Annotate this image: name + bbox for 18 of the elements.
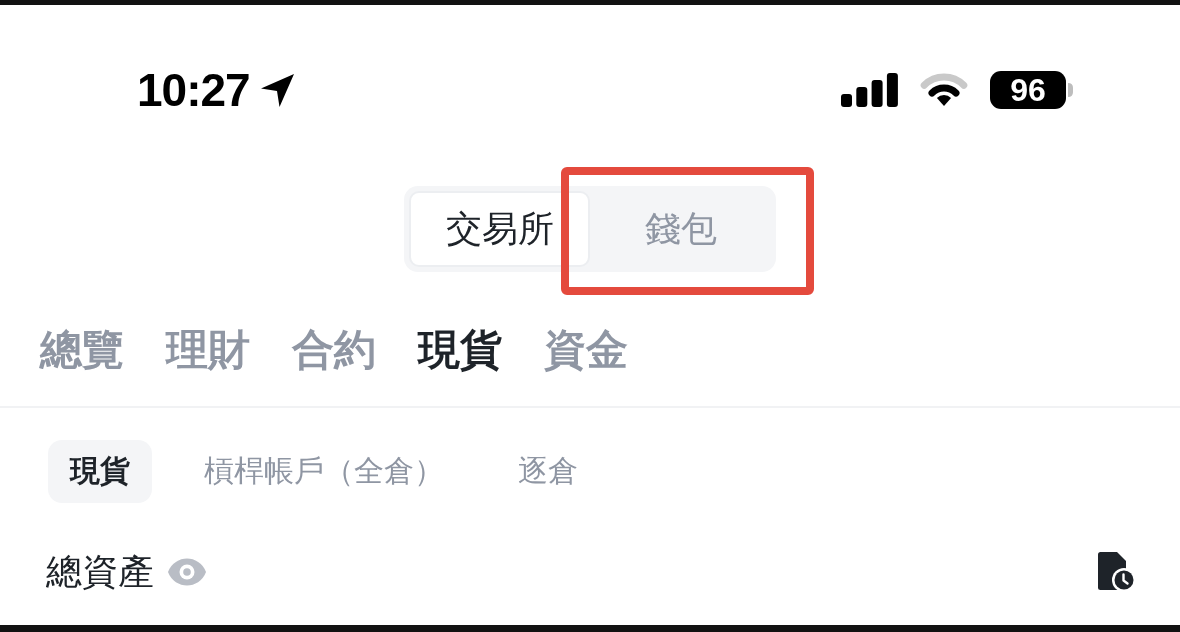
mode-switch-segment[interactable]: 交易所: [409, 191, 590, 267]
category-tab[interactable]: 現貨: [418, 324, 502, 376]
account-tab[interactable]: 槓桿帳戶（全倉）: [182, 440, 466, 503]
wifi-icon: [919, 73, 969, 107]
account-tab[interactable]: 逐倉: [496, 440, 600, 503]
battery-level: 96: [990, 71, 1066, 109]
category-tab[interactable]: 理財: [166, 324, 250, 376]
document-clock-icon[interactable]: [1098, 552, 1136, 592]
battery-cap-icon: [1068, 83, 1073, 97]
signal-bars-icon: [841, 73, 898, 107]
total-assets-label: 總資產: [46, 550, 154, 594]
status-time: 10:27: [137, 67, 250, 113]
mode-switch-segment[interactable]: 錢包: [590, 191, 771, 267]
category-tab[interactable]: 資金: [544, 324, 628, 376]
category-tab[interactable]: 總覽: [40, 324, 124, 376]
category-tab[interactable]: 合約: [292, 324, 376, 376]
account-tab[interactable]: 現貨: [48, 440, 152, 503]
location-arrow-icon: [259, 72, 295, 108]
